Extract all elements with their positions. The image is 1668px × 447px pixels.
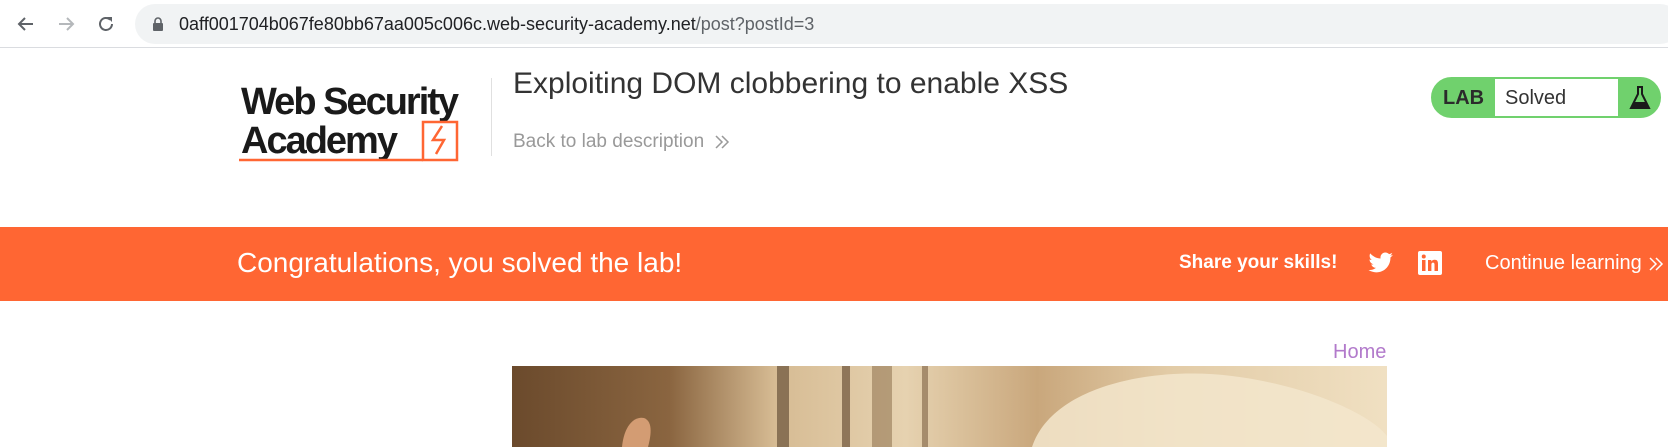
arrow-left-icon [17, 17, 33, 31]
url-path: /post?postId=3 [695, 14, 815, 34]
twitter-icon[interactable] [1368, 251, 1394, 275]
lab-badge-label: LAB [1443, 87, 1485, 109]
lab-status-text: Solved [1505, 87, 1567, 109]
url-text: 0aff001704b067fe80bb67aa005c006c.web-sec… [179, 14, 814, 34]
double-chevron-right-icon [1649, 256, 1663, 271]
share-skills-label: Share your skills! [1179, 252, 1338, 273]
blog-post-image [512, 366, 1387, 447]
browser-toolbar: 0aff001704b067fe80bb67aa005c006c.web-sec… [0, 0, 1668, 48]
back-to-lab-description-link[interactable]: Back to lab description [513, 131, 730, 153]
svg-text:Academy: Academy [241, 120, 398, 162]
flask-icon [1629, 86, 1651, 109]
continue-learning-label: Continue learning [1485, 252, 1642, 274]
congratulations-message: Congratulations, you solved the lab! [237, 247, 683, 278]
lab-status: Solved [1495, 79, 1618, 116]
home-link[interactable]: Home [1333, 341, 1386, 364]
continue-learning-link[interactable]: Continue learning [1485, 252, 1664, 275]
congratulations-banner: Congratulations, you solved the lab! Sha… [0, 227, 1668, 301]
reload-button[interactable] [90, 8, 122, 40]
lab-status-badge: LAB Solved [1431, 77, 1661, 118]
forward-button[interactable] [50, 8, 82, 40]
address-bar[interactable]: 0aff001704b067fe80bb67aa005c006c.web-sec… [135, 4, 1668, 44]
back-button[interactable] [10, 8, 42, 40]
arrow-right-icon [59, 17, 75, 31]
double-chevron-right-icon [715, 135, 730, 149]
back-link-label: Back to lab description [513, 131, 705, 152]
lock-icon [153, 17, 163, 31]
header-divider [491, 78, 492, 156]
web-security-academy-logo[interactable]: Web Security Academy [237, 74, 487, 166]
url-host: 0aff001704b067fe80bb67aa005c006c.web-sec… [179, 14, 696, 34]
lab-title: Exploiting DOM clobbering to enable XSS [513, 67, 1069, 100]
linkedin-icon[interactable] [1418, 251, 1442, 275]
svg-text:Web Security: Web Security [241, 81, 459, 123]
reload-icon [99, 17, 113, 31]
